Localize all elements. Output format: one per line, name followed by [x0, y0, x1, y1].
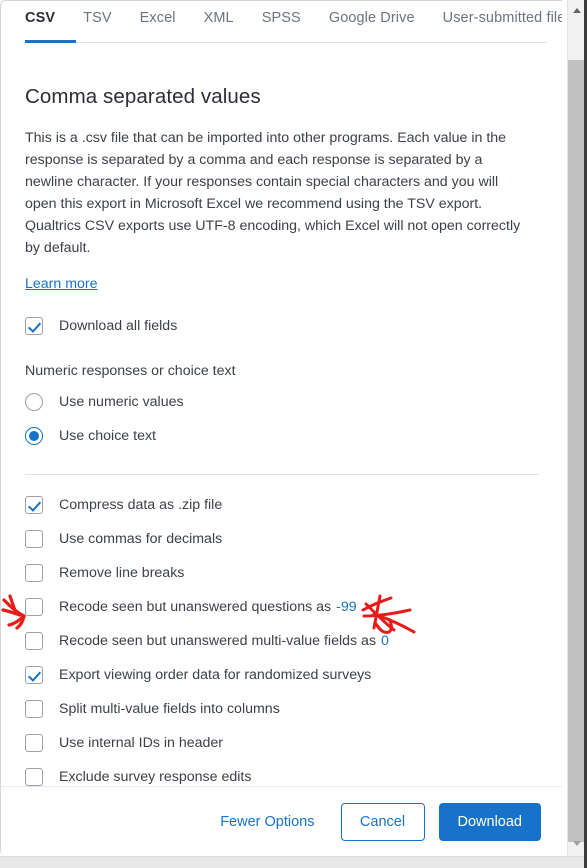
option-split-multivalue-into-columns[interactable]: Split multi-value fields into columns	[25, 698, 539, 720]
option-use-internal-ids-in-header[interactable]: Use internal IDs in header	[25, 732, 539, 754]
numeric-group-label: Numeric responses or choice text	[25, 363, 236, 379]
panel-body: Comma separated values This is a .csv fi…	[1, 45, 562, 820]
window-bottom-strip	[0, 856, 584, 868]
option-label: Use commas for decimals	[59, 531, 223, 547]
checkbox-recode-unanswered-questions[interactable]	[25, 598, 43, 616]
option-label: Use internal IDs in header	[59, 735, 224, 751]
option-label: Split multi-value fields into columns	[59, 701, 280, 717]
scroll-up-arrow-icon[interactable]	[568, 2, 585, 19]
tab-excel[interactable]: Excel	[140, 1, 176, 26]
checkbox-split-multivalue-into-columns[interactable]	[25, 700, 43, 718]
radio-row-use-numeric-values[interactable]: Use numeric values	[25, 391, 539, 413]
checkbox-download-all-fields[interactable]	[25, 317, 43, 335]
option-recode-unanswered-multivalue[interactable]: Recode seen but unanswered multi-value f…	[25, 630, 539, 652]
option-label: Download all fields	[59, 318, 178, 334]
tab-user-submitted-files[interactable]: User-submitted files	[443, 1, 562, 26]
checkbox-compress-data-as-zip[interactable]	[25, 496, 43, 514]
checkbox-use-commas-for-decimals[interactable]	[25, 530, 43, 548]
tab-xml[interactable]: XML	[204, 1, 234, 26]
scroll-down-arrow-icon[interactable]	[568, 835, 585, 852]
option-label: Export viewing order data for randomized…	[59, 667, 372, 683]
option-label: Recode seen but unanswered questions as	[59, 599, 332, 615]
format-tabs: CSV TSV Excel XML SPSS Google Drive User…	[1, 1, 562, 45]
fewer-options-button[interactable]: Fewer Options	[220, 814, 314, 830]
vertical-scrollbar[interactable]	[567, 0, 585, 856]
checkbox-recode-unanswered-multivalue[interactable]	[25, 632, 43, 650]
option-remove-line-breaks[interactable]: Remove line breaks	[25, 562, 539, 584]
option-label: Compress data as .zip file	[59, 497, 223, 513]
screen: CSV TSV Excel XML SPSS Google Drive User…	[0, 0, 587, 868]
option-compress-data-as-zip[interactable]: Compress data as .zip file	[25, 494, 539, 516]
checkbox-use-internal-ids-in-header[interactable]	[25, 734, 43, 752]
radio-use-choice-text[interactable]	[25, 427, 43, 445]
option-label: Remove line breaks	[59, 565, 185, 581]
radio-row-use-choice-text[interactable]: Use choice text	[25, 425, 539, 447]
option-label: Exclude survey response edits	[59, 769, 252, 785]
option-export-viewing-order[interactable]: Export viewing order data for randomized…	[25, 664, 539, 686]
page-title: Comma separated values	[25, 85, 261, 108]
tab-spss[interactable]: SPSS	[262, 1, 301, 26]
tab-underline-track	[25, 42, 547, 43]
option-label: Use choice text	[59, 428, 156, 444]
radio-use-numeric-values[interactable]	[25, 393, 43, 411]
tab-active-indicator	[25, 40, 76, 43]
cancel-button[interactable]: Cancel	[340, 803, 425, 841]
tab-google-drive[interactable]: Google Drive	[329, 1, 415, 26]
tab-csv[interactable]: CSV	[25, 1, 55, 26]
option-recode-unanswered-questions[interactable]: Recode seen but unanswered questions as …	[25, 596, 539, 618]
checkbox-remove-line-breaks[interactable]	[25, 564, 43, 582]
option-exclude-survey-response-edits[interactable]: Exclude survey response edits	[25, 766, 539, 788]
export-options-modal: CSV TSV Excel XML SPSS Google Drive User…	[0, 0, 562, 856]
option-use-commas-for-decimals[interactable]: Use commas for decimals	[25, 528, 539, 550]
recode-questions-value[interactable]: -99	[336, 599, 357, 615]
option-label: Recode seen but unanswered multi-value f…	[59, 633, 377, 649]
checkbox-export-viewing-order[interactable]	[25, 666, 43, 684]
option-download-all-fields[interactable]: Download all fields	[25, 315, 539, 337]
download-button[interactable]: Download	[438, 803, 541, 841]
recode-multivalue-value[interactable]: 0	[381, 633, 389, 649]
learn-more-link[interactable]: Learn more	[25, 276, 98, 292]
format-tabs-row: CSV TSV Excel XML SPSS Google Drive User…	[1, 1, 562, 39]
modal-footer: Fewer Options Cancel Download	[1, 787, 562, 856]
panel-description: This is a .csv file that can be imported…	[25, 130, 521, 256]
checkbox-exclude-survey-response-edits[interactable]	[25, 768, 43, 786]
scrollbar-thumb[interactable]	[568, 60, 585, 842]
tab-tsv[interactable]: TSV	[83, 1, 112, 26]
option-label: Use numeric values	[59, 394, 184, 410]
